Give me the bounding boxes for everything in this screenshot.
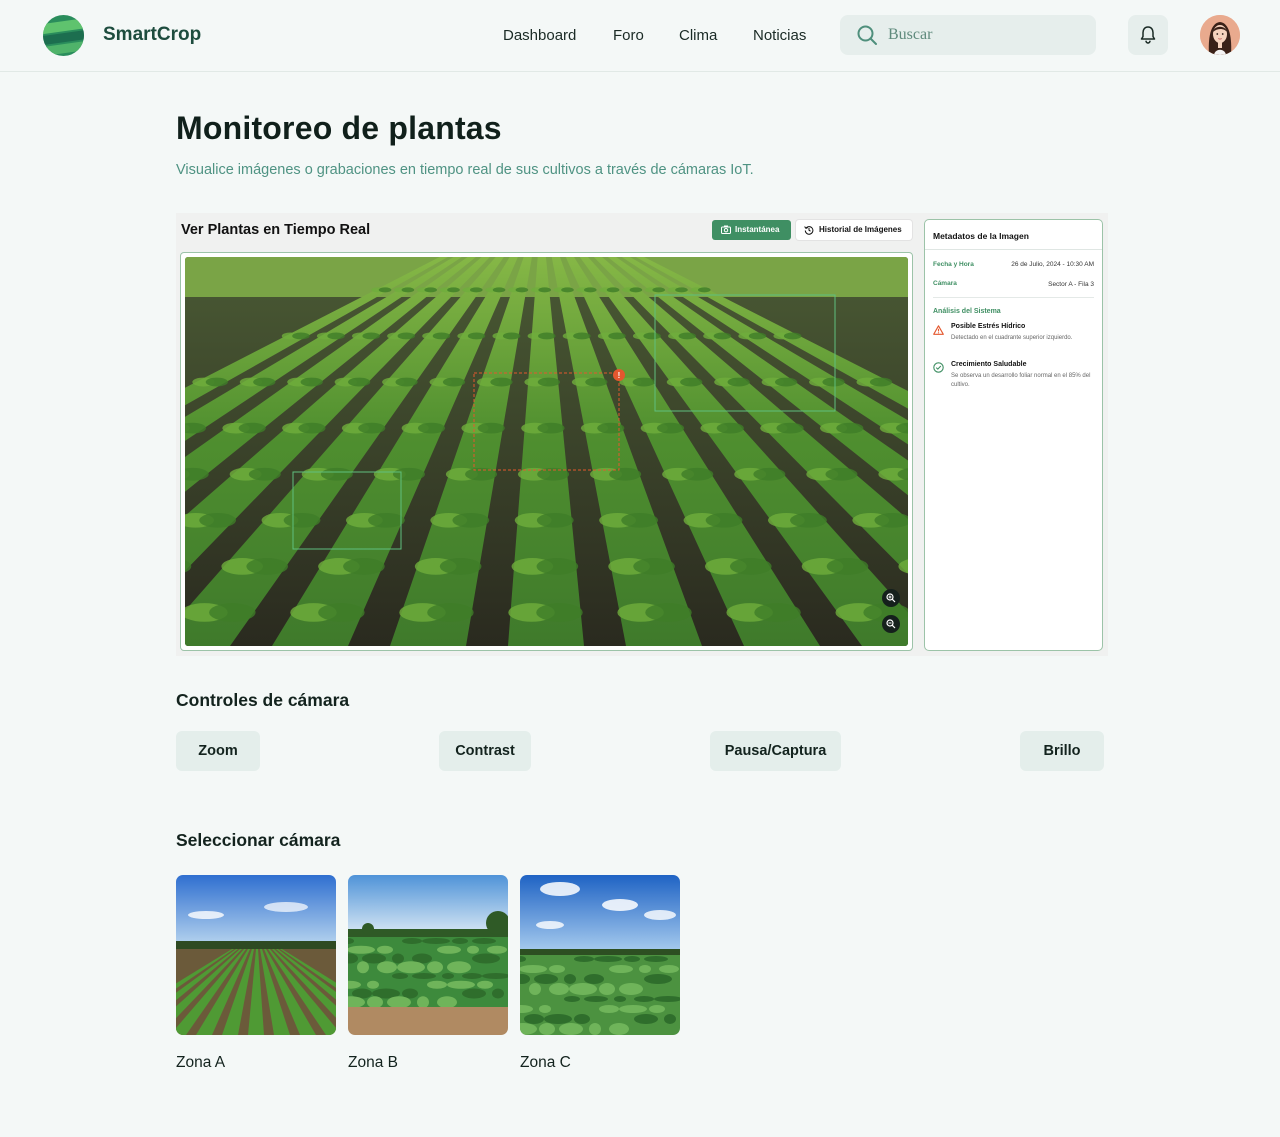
zoom-control-button[interactable]: Zoom [176,731,260,771]
nav-dashboard[interactable]: Dashboard [503,27,576,44]
alert-detail: Se observa un desarrollo foliar normal e… [951,373,1091,388]
monitor-title: Ver Plantas en Tiempo Real [181,222,371,238]
nav-noticias[interactable]: Noticias [753,27,806,44]
meta-value-camera: Sector A - Fila 3 [1048,281,1094,288]
search-box [840,15,1096,55]
top-navigation-bar: SmartCrop Dashboard Foro Clima Noticias [0,0,1280,72]
analysis-title: Análisis del Sistema [933,308,1001,315]
history-icon [804,226,814,235]
camera-thumbnail-zona-c[interactable] [520,875,680,1035]
meta-key-camera: Cámara [933,280,957,287]
camera-label-zona-a[interactable]: Zona A [176,1054,225,1072]
search-icon [857,25,877,45]
nav-foro[interactable]: Foro [613,27,644,44]
divider [933,297,1094,298]
check-circle-icon [933,362,944,373]
camera-thumbnail-zona-a[interactable] [176,875,336,1035]
camera-label-zona-b[interactable]: Zona B [348,1054,398,1072]
zoom-out-icon [886,619,896,629]
camera-controls-title: Controles de cámara [176,690,350,710]
snapshot-label: Instantánea [735,225,780,234]
page-subtitle: Visualice imágenes o grabaciones en tiem… [176,162,754,178]
brightness-control-button[interactable]: Brillo [1020,731,1104,771]
page-title: Monitoreo de plantas [176,110,502,146]
camera-icon [721,225,731,234]
alert-marker-label: ! [618,371,621,380]
image-metadata-panel: Metadatos de la Imagen Fecha y Hora 26 d… [924,219,1103,651]
meta-key-datetime: Fecha y Hora [933,261,974,268]
camera-viewer: ! [180,252,913,651]
camera-label-zona-c[interactable]: Zona C [520,1054,571,1072]
contrast-control-button[interactable]: Contrast [439,731,531,771]
snapshot-button[interactable]: Instantánea [712,220,791,240]
smartcrop-logo[interactable] [43,15,84,56]
divider [925,249,1102,250]
brand-name[interactable]: SmartCrop [103,24,201,46]
alert-detail: Detectado en el cuadrante superior izqui… [951,335,1073,341]
meta-value-datetime: 26 de Julio, 2024 - 10:30 AM [1011,261,1094,268]
history-label: Historial de Imágenes [819,225,902,234]
zoom-in-button[interactable] [882,589,900,607]
metadata-title: Metadatos de la Imagen [933,231,1029,241]
search-input[interactable] [888,24,1078,46]
zoom-out-button[interactable] [882,615,900,633]
warning-icon [933,325,944,335]
notifications-button[interactable] [1128,15,1168,55]
bell-icon [1140,26,1156,44]
camera-thumbnail-zona-b[interactable] [348,875,508,1035]
pause-capture-button[interactable]: Pausa/Captura [710,731,841,771]
select-camera-title: Seleccionar cámara [176,830,341,850]
zoom-in-icon [886,593,896,603]
user-avatar[interactable] [1200,15,1240,55]
live-feed-image[interactable]: ! [185,257,908,646]
alert-title: Crecimiento Saludable [951,361,1027,368]
live-monitor-panel: Ver Plantas en Tiempo Real Instantánea H… [176,213,1108,656]
nav-clima[interactable]: Clima [679,27,717,44]
alert-title: Posible Estrés Hídrico [951,323,1026,330]
avatar-image [1200,15,1240,55]
image-history-button[interactable]: Historial de Imágenes [796,220,912,240]
